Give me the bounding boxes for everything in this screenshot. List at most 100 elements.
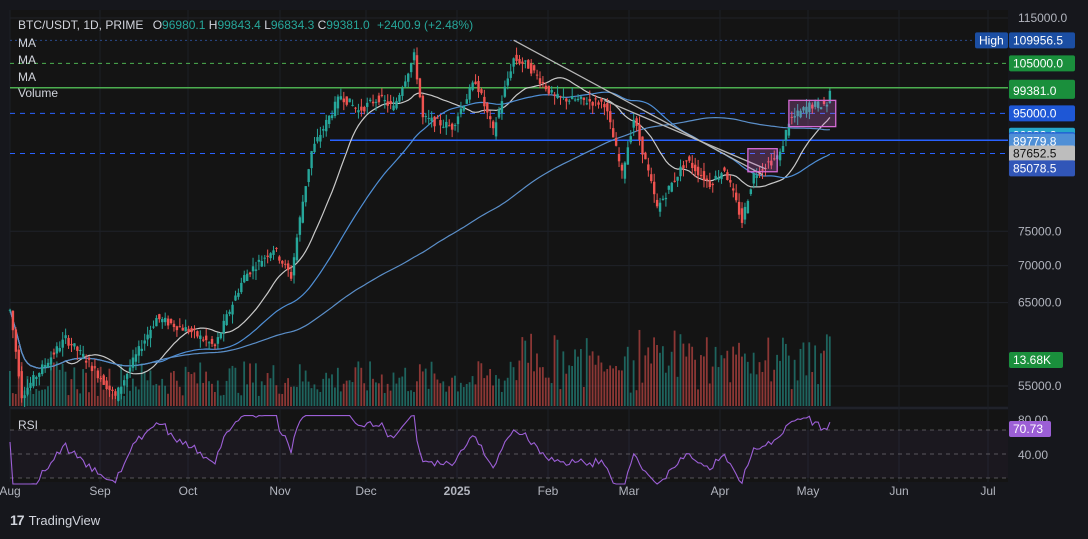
volume-bar bbox=[623, 356, 626, 406]
volume-bar bbox=[726, 350, 729, 406]
volume-bar bbox=[93, 366, 96, 406]
volume-bar bbox=[322, 378, 325, 406]
volume-bar bbox=[421, 371, 424, 406]
candle-body bbox=[538, 78, 542, 84]
candle-body bbox=[345, 96, 348, 105]
candle-body bbox=[26, 387, 29, 395]
candle-body bbox=[480, 89, 483, 94]
y-tick-label: 55000.0 bbox=[1018, 379, 1062, 393]
candle-body bbox=[562, 96, 565, 98]
candle-body bbox=[691, 162, 694, 169]
candle-body bbox=[383, 100, 387, 102]
candle-body bbox=[465, 99, 468, 104]
volume-bar bbox=[105, 390, 108, 406]
x-tick-label: Jun bbox=[889, 484, 908, 498]
candle-body bbox=[64, 335, 67, 339]
volume-bar bbox=[688, 343, 691, 406]
volume-bar bbox=[661, 346, 664, 406]
volume-bar bbox=[533, 371, 535, 406]
volume-bar bbox=[817, 384, 819, 406]
volume-bar bbox=[351, 382, 354, 406]
volume-bar bbox=[702, 356, 705, 406]
volume-bar bbox=[808, 342, 811, 406]
price-tag-label: 109956.5 bbox=[1013, 33, 1063, 47]
volume-bar bbox=[298, 364, 301, 406]
candle-body bbox=[43, 364, 47, 367]
volume-bar bbox=[284, 382, 287, 406]
volume-bar bbox=[187, 371, 190, 406]
rsi-value-label: 70.73 bbox=[1013, 422, 1043, 436]
volume-bar bbox=[348, 380, 351, 406]
candle-body bbox=[658, 202, 662, 212]
y-tick-label: 115000.0 bbox=[1018, 11, 1067, 25]
candle-body bbox=[67, 337, 70, 346]
tradingview-footer[interactable]: 17 TradingView bbox=[10, 512, 100, 528]
volume-bar bbox=[767, 337, 770, 406]
candle-body bbox=[11, 310, 15, 331]
volume-bar bbox=[263, 385, 266, 406]
candle-body bbox=[327, 115, 331, 125]
candle-body bbox=[32, 375, 35, 387]
price-tag-label: 85078.5 bbox=[1013, 161, 1057, 175]
candle-body bbox=[128, 367, 132, 372]
price-pane[interactable] bbox=[10, 10, 1008, 406]
rsi-pane-label[interactable]: RSI bbox=[18, 418, 38, 432]
volume-bar bbox=[304, 370, 307, 406]
candle-body bbox=[207, 342, 211, 344]
candle-body bbox=[82, 353, 85, 357]
candle-body bbox=[705, 178, 709, 181]
volume-bar bbox=[225, 380, 228, 406]
candle-body bbox=[407, 73, 410, 82]
candle-body bbox=[354, 107, 357, 109]
candle-body bbox=[20, 371, 23, 399]
candle-body bbox=[445, 121, 448, 128]
candle-body bbox=[647, 164, 650, 171]
candle-body bbox=[509, 71, 512, 78]
indicator-ma-1[interactable]: MA bbox=[18, 36, 36, 50]
volume-bar bbox=[237, 392, 240, 406]
x-tick-label: Sep bbox=[89, 484, 111, 498]
candle-body bbox=[319, 134, 322, 142]
candle-body bbox=[626, 147, 630, 165]
x-tick-label: May bbox=[797, 484, 820, 498]
volume-bar bbox=[342, 383, 345, 406]
volume-bar bbox=[823, 350, 825, 406]
indicator-ma-2[interactable]: MA bbox=[18, 53, 36, 67]
volume-bar bbox=[615, 365, 617, 406]
candle-body bbox=[146, 334, 149, 340]
price-chart[interactable]: 115000.075000.070000.065000.055000.080.0… bbox=[0, 0, 1088, 539]
volume-bar bbox=[58, 369, 61, 406]
volume-bar bbox=[667, 365, 670, 406]
volume-bar bbox=[770, 381, 773, 406]
candle-body bbox=[23, 395, 26, 399]
candle-body bbox=[515, 54, 518, 61]
volume-bar bbox=[249, 363, 251, 406]
volume-bar bbox=[755, 374, 758, 406]
volume-bar bbox=[749, 373, 752, 406]
candle-body bbox=[269, 253, 272, 259]
candle-body bbox=[611, 128, 615, 138]
volume-bar bbox=[196, 383, 199, 406]
volume-bar bbox=[149, 370, 152, 406]
candle-body bbox=[641, 136, 644, 155]
volume-bar bbox=[164, 385, 166, 406]
candle-body bbox=[41, 364, 44, 375]
candle-body bbox=[603, 103, 606, 108]
volume-bar bbox=[492, 385, 494, 406]
candle-body bbox=[243, 275, 246, 283]
candle-body bbox=[644, 152, 647, 160]
volume-bar bbox=[85, 372, 87, 406]
volume-bar bbox=[331, 374, 333, 406]
volume-bar bbox=[345, 380, 348, 406]
candle-body bbox=[251, 266, 255, 272]
volume-bar bbox=[313, 384, 316, 406]
candle-body bbox=[585, 103, 589, 105]
volume-bar bbox=[676, 376, 679, 406]
candle-body bbox=[670, 182, 673, 192]
volume-bar bbox=[310, 388, 313, 406]
volume-bar bbox=[404, 367, 407, 406]
indicator-volume[interactable]: Volume bbox=[18, 86, 58, 100]
indicator-ma-3[interactable]: MA bbox=[18, 70, 36, 84]
volume-bar bbox=[790, 389, 793, 406]
volume-bar bbox=[413, 391, 415, 406]
